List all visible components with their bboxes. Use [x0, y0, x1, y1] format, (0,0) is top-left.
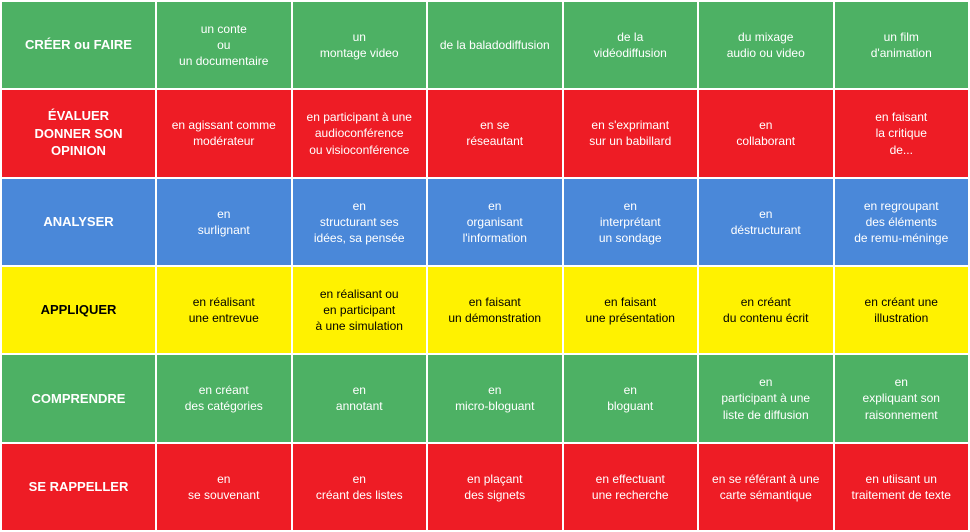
cell-analyser-3: en interprétant un sondage — [563, 178, 699, 266]
cell-evaluer-3: en s'exprimant sur un babillard — [563, 89, 699, 177]
cell-rappeller-5: en utiisant un traitement de texte — [834, 443, 970, 531]
cell-creer-1: un montage video — [292, 1, 428, 89]
cell-appliquer-2: en faisant un démonstration — [427, 266, 563, 354]
row-label-analyser: ANALYSER — [1, 178, 156, 266]
cell-analyser-4: en déstructurant — [698, 178, 834, 266]
cell-creer-2: de la baladodiffusion — [427, 1, 563, 89]
cell-evaluer-0: en agissant comme modérateur — [156, 89, 292, 177]
cell-evaluer-2: en se réseautant — [427, 89, 563, 177]
row-label-comprendre: COMPRENDRE — [1, 354, 156, 442]
cell-evaluer-5: en faisant la critique de... — [834, 89, 970, 177]
cell-appliquer-0: en réalisant une entrevue — [156, 266, 292, 354]
cell-creer-0: un conte ou un documentaire — [156, 1, 292, 89]
row-label-rappeller: SE RAPPELLER — [1, 443, 156, 531]
cell-comprendre-1: en annotant — [292, 354, 428, 442]
cell-comprendre-3: en bloguant — [563, 354, 699, 442]
cell-rappeller-2: en plaçant des signets — [427, 443, 563, 531]
cell-creer-5: un film d'animation — [834, 1, 970, 89]
cell-creer-3: de la vidéodiffusion — [563, 1, 699, 89]
cell-analyser-1: en structurant ses idées, sa pensée — [292, 178, 428, 266]
cell-appliquer-1: en réalisant ou en participant à une sim… — [292, 266, 428, 354]
cell-rappeller-0: en se souvenant — [156, 443, 292, 531]
cell-comprendre-2: en micro-bloguant — [427, 354, 563, 442]
cell-comprendre-0: en créant des catégories — [156, 354, 292, 442]
cell-analyser-5: en regroupant des éléments de remu-ménin… — [834, 178, 970, 266]
cell-comprendre-5: en expliquant son raisonnement — [834, 354, 970, 442]
cell-appliquer-4: en créant du contenu écrit — [698, 266, 834, 354]
cell-appliquer-3: en faisant une présentation — [563, 266, 699, 354]
cell-appliquer-5: en créant une illustration — [834, 266, 970, 354]
cell-rappeller-1: en créant des listes — [292, 443, 428, 531]
cell-rappeller-3: en effectuant une recherche — [563, 443, 699, 531]
cell-creer-4: du mixage audio ou video — [698, 1, 834, 89]
row-label-appliquer: APPLIQUER — [1, 266, 156, 354]
bloom-taxonomy-grid: CRÉER ou FAIRE un conte ou un documentai… — [0, 0, 970, 532]
cell-comprendre-4: en participant à une liste de diffusion — [698, 354, 834, 442]
cell-analyser-0: en surlignant — [156, 178, 292, 266]
cell-evaluer-4: en collaborant — [698, 89, 834, 177]
cell-rappeller-4: en se référant à une carte sémantique — [698, 443, 834, 531]
cell-analyser-2: en organisant l'information — [427, 178, 563, 266]
row-label-evaluer: ÉVALUER DONNER SON OPINION — [1, 89, 156, 177]
cell-evaluer-1: en participant à une audioconférence ou … — [292, 89, 428, 177]
row-label-creer: CRÉER ou FAIRE — [1, 1, 156, 89]
